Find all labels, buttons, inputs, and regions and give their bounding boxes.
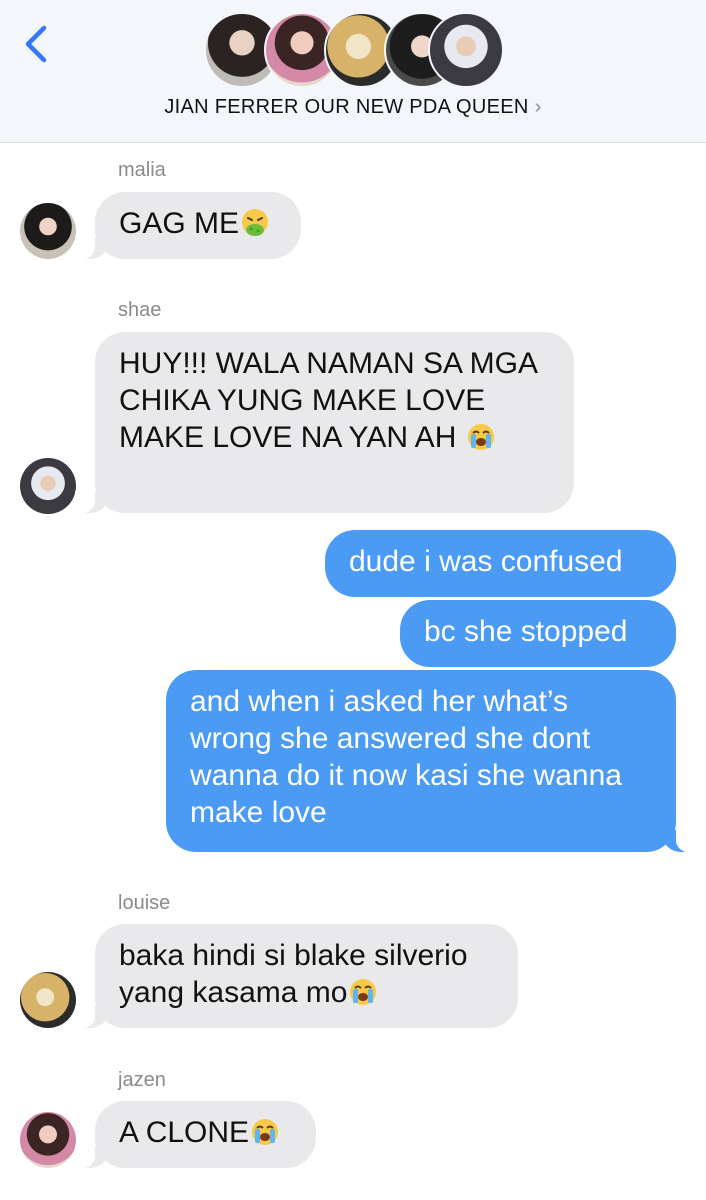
group-avatar-stack[interactable] xyxy=(204,12,504,88)
loudly-crying-face-icon xyxy=(347,976,379,1008)
sender-name: louise xyxy=(118,892,171,914)
message-text: A CLONE xyxy=(119,1116,250,1149)
sender-avatar xyxy=(20,1112,76,1168)
loudly-crying-face-icon xyxy=(465,421,497,453)
sender-avatar xyxy=(20,458,76,514)
sender-name: jazen xyxy=(118,1069,166,1091)
incoming-message-bubble[interactable]: baka hindi si blake silverio yang kasama… xyxy=(75,924,518,1028)
chat-title: JIAN FERRER OUR NEW PDA QUEEN xyxy=(164,96,529,118)
message-text: bc she stopped xyxy=(424,615,628,648)
participant-avatar xyxy=(428,12,504,88)
outgoing-message-bubble[interactable]: bc she stopped xyxy=(400,600,676,667)
sender-name: malia xyxy=(118,159,166,181)
message-text: and when i asked her what’s wrong she an… xyxy=(190,685,622,829)
incoming-message-bubble[interactable]: A CLONE xyxy=(75,1101,316,1168)
chat-title-button[interactable]: JIAN FERRER OUR NEW PDA QUEEN › xyxy=(0,96,706,119)
incoming-message-bubble[interactable]: HUY!!! WALA NAMAN SA MGA CHIKA YUNG MAKE… xyxy=(75,332,574,513)
chevron-left-icon xyxy=(25,25,47,63)
sender-avatar xyxy=(20,203,76,259)
message-text: baka hindi si blake silverio yang kasama… xyxy=(119,939,468,1009)
outgoing-message-bubble[interactable]: dude i was confused xyxy=(325,530,676,597)
sender-name: shae xyxy=(118,299,162,321)
message-text: GAG ME xyxy=(119,207,240,240)
message-text: dude i was confused xyxy=(349,545,623,578)
back-button[interactable] xyxy=(20,22,54,66)
nauseated-face-icon xyxy=(239,207,271,239)
incoming-message-bubble[interactable]: GAG ME xyxy=(75,192,301,259)
chevron-right-icon: › xyxy=(534,96,542,118)
sender-avatar xyxy=(20,972,76,1028)
outgoing-message-bubble[interactable]: and when i asked her what’s wrong she an… xyxy=(166,670,696,852)
conversation-header: JIAN FERRER OUR NEW PDA QUEEN › xyxy=(0,0,706,143)
loudly-crying-face-icon xyxy=(249,1116,281,1148)
